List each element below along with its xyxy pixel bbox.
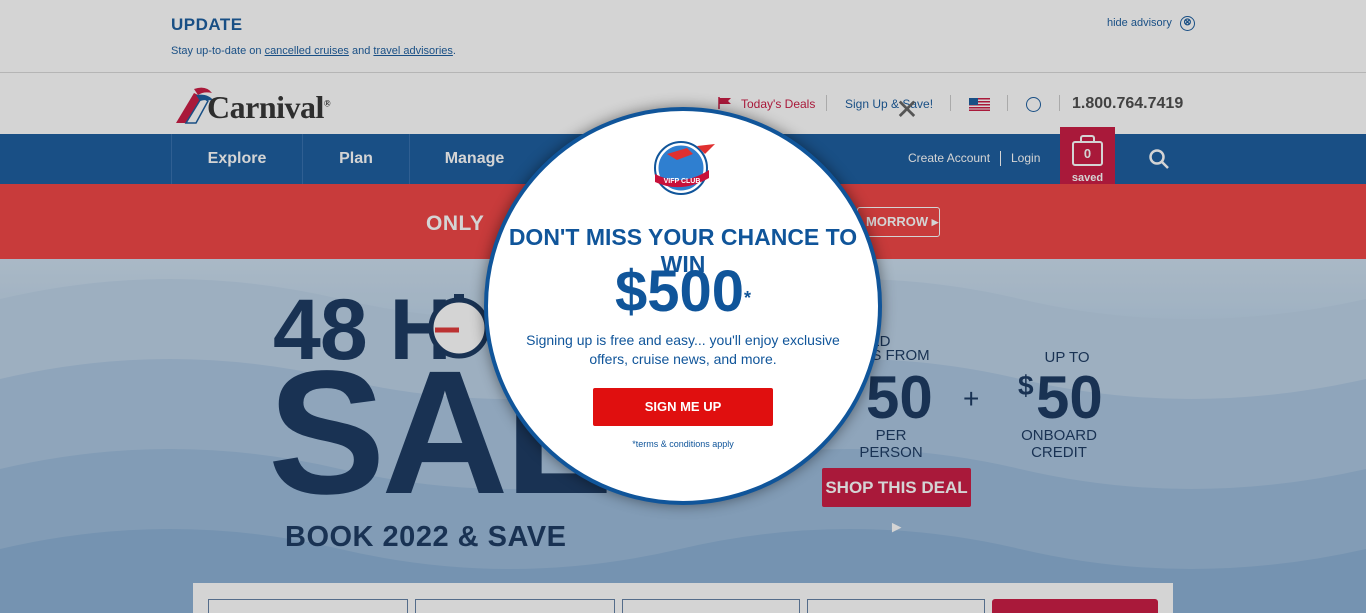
vifp-club-badge-icon: VIFP CLUB (654, 141, 715, 195)
sign-me-up-button[interactable]: SIGN ME UP (593, 388, 773, 426)
svg-text:VIFP CLUB: VIFP CLUB (664, 178, 701, 185)
terms-link[interactable]: *terms & conditions apply (484, 439, 882, 449)
modal-description: Signing up is free and easy... you'll en… (526, 332, 840, 367)
modal-prize-amount: $500* (614, 259, 752, 324)
modal-close-icon[interactable]: ✕ (895, 96, 919, 124)
